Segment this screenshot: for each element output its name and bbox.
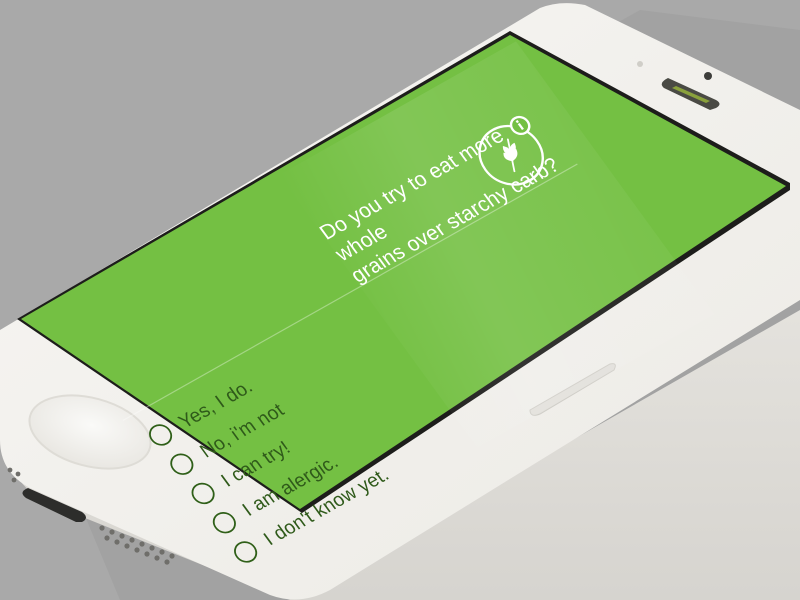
radio-button[interactable] xyxy=(229,537,262,567)
proximity-sensor xyxy=(637,61,643,67)
stage: Do you try to eat more whole grains over… xyxy=(0,0,800,600)
radio-button[interactable] xyxy=(165,449,198,479)
radio-button[interactable] xyxy=(208,508,241,538)
front-camera xyxy=(704,72,712,80)
radio-button[interactable] xyxy=(144,420,177,450)
radio-button[interactable] xyxy=(186,478,220,509)
